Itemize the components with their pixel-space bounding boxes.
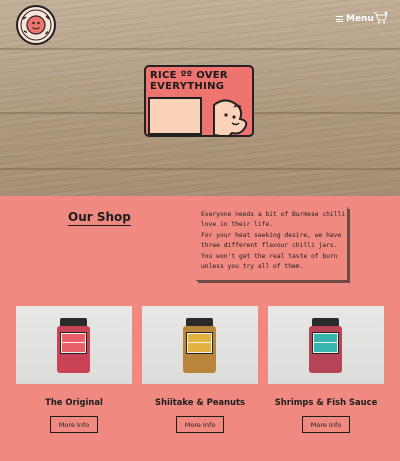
home-badge-logo[interactable] (16, 5, 56, 45)
more-info-button[interactable]: More Info (302, 416, 350, 433)
shop-description-line: love in their life. (201, 221, 274, 229)
product-card-shiitake-peanuts: Shiitake & Peanuts More Info (142, 306, 258, 433)
logo-face-icon (213, 99, 248, 135)
brand-logo-line1: RICE ºº OVER (150, 70, 228, 81)
more-info-button[interactable]: More Info (50, 416, 98, 433)
shop-description-line: You won't get the real taste of burn (201, 252, 338, 260)
wood-grain-line (0, 48, 400, 50)
brand-logo: RICE ºº OVER EVERYTHING (144, 65, 254, 137)
product-card-original: The Original More Info (16, 306, 132, 433)
product-image[interactable] (268, 306, 384, 384)
shop-description-line: three different flavour chilli jars. (201, 242, 338, 250)
menu-button[interactable]: Menu (336, 12, 374, 26)
product-image[interactable] (16, 306, 132, 384)
product-name: Shiitake & Peanuts (155, 397, 245, 407)
product-name: The Original (45, 397, 103, 407)
chilli-jar-image (309, 318, 342, 373)
shop-description: Everyone needs a bit of Burmese chilli l… (196, 207, 348, 281)
product-name: Shrimps & Fish Sauce (274, 397, 378, 407)
logo-square-peach (148, 97, 202, 135)
shop-description-line: unless you try all of them. (201, 263, 304, 271)
hamburger-icon (336, 16, 343, 22)
hero-banner: Menu RICE ºº OVER EVERYTHING (0, 0, 400, 196)
menu-label: Menu (346, 14, 374, 24)
product-card-shrimps-fish-sauce: Shrimps & Fish Sauce More Info (268, 306, 384, 433)
brand-logo-line2: EVERYTHING (150, 81, 225, 92)
shop-description-line: For your heat seeking desire, we have (201, 231, 342, 239)
chilli-jar-image (183, 318, 216, 373)
badge-logo-icon (20, 9, 52, 41)
wood-grain-line (0, 168, 400, 170)
more-info-button[interactable]: More Info (176, 416, 224, 433)
shop-title: Our Shop (68, 210, 131, 226)
shop-description-line: Everyone needs a bit of Burmese chilli (201, 211, 346, 218)
product-image[interactable] (142, 306, 258, 384)
cart-icon (374, 11, 388, 24)
chilli-jar-image (57, 318, 90, 373)
cart-button[interactable] (373, 10, 388, 24)
